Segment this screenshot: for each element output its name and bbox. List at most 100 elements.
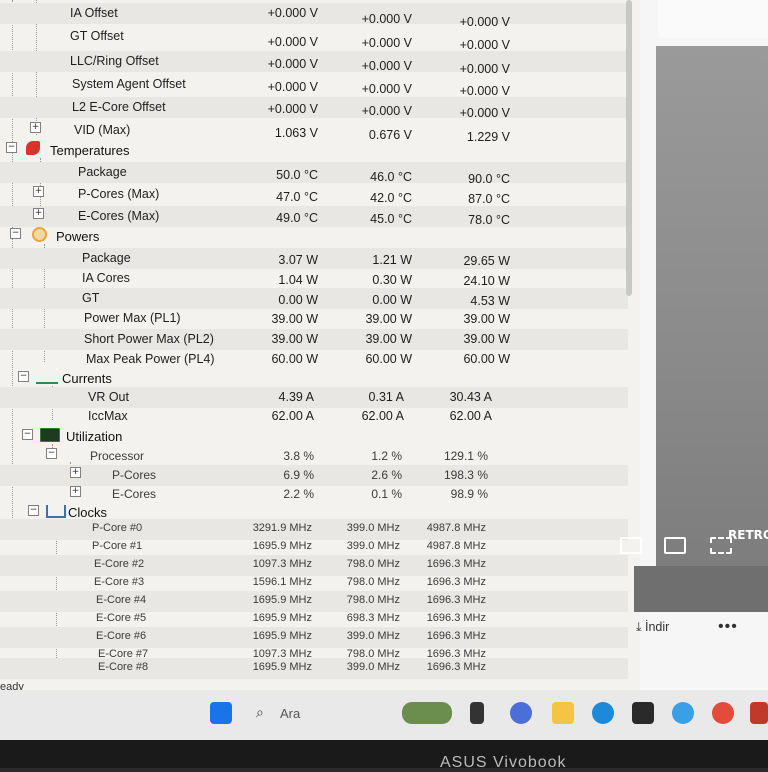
sensor-row-package-power[interactable]: Package 3.07 W 1.21 W 29.65 W bbox=[0, 248, 628, 269]
sensor-current: +0.000 V bbox=[267, 102, 318, 116]
sensor-row-ia-cores-power[interactable]: IA Cores 1.04 W 0.30 W 24.10 W bbox=[0, 268, 628, 289]
sensor-current: 1.04 W bbox=[278, 273, 318, 287]
sensor-row-vr-out[interactable]: VR Out 4.39 A 0.31 A 30.43 A bbox=[0, 387, 628, 408]
download-label: İndir bbox=[645, 620, 670, 634]
sensor-row-llc-ring-offset[interactable]: LLC/Ring Offset +0.000 V +0.000 V +0.000… bbox=[0, 51, 628, 76]
more-options-button[interactable]: ••• bbox=[718, 618, 738, 636]
theater-mode-icon[interactable] bbox=[664, 537, 686, 554]
download-icon: ⤓ bbox=[636, 620, 645, 634]
sensor-current: 39.00 W bbox=[271, 332, 318, 346]
store-icon[interactable] bbox=[632, 702, 654, 724]
sensor-min: +0.000 V bbox=[361, 12, 412, 26]
sensor-label: P-Core #1 bbox=[92, 540, 143, 552]
sensor-min: 45.0 °C bbox=[370, 212, 412, 226]
chrome-browser-icon[interactable] bbox=[712, 702, 734, 724]
sensor-row-ecores-max-temp[interactable]: + E-Cores (Max) 49.0 °C 45.0 °C 78.0 °C bbox=[0, 206, 628, 227]
sensor-label: Package bbox=[82, 251, 131, 265]
expand-icon[interactable]: + bbox=[70, 467, 81, 478]
search-icon[interactable]: ⌕ bbox=[256, 704, 264, 721]
copilot-icon[interactable] bbox=[510, 702, 532, 724]
task-view-icon[interactable] bbox=[470, 702, 484, 724]
sensor-label: E-Core #3 bbox=[94, 576, 145, 588]
sensor-row-processor[interactable]: − Processor 3.8 % 1.2 % 129.1 % bbox=[0, 446, 628, 467]
sensor-min: 62.00 A bbox=[361, 409, 404, 423]
sensor-current: 0.00 W bbox=[278, 293, 318, 307]
windows-start-icon[interactable] bbox=[210, 702, 232, 724]
category-powers[interactable]: − Powers bbox=[0, 226, 628, 247]
collapse-icon[interactable]: − bbox=[46, 448, 57, 459]
fullscreen-icon[interactable] bbox=[710, 537, 732, 554]
sensor-row-iccmax[interactable]: IccMax 62.00 A 62.00 A 62.00 A bbox=[0, 406, 628, 427]
sensor-max: 24.10 W bbox=[463, 274, 510, 288]
collapse-icon[interactable]: − bbox=[10, 228, 21, 239]
sensor-current: +0.000 V bbox=[267, 6, 318, 20]
sensor-row-short-power-max-pl2[interactable]: Short Power Max (PL2) 39.00 W 39.00 W 39… bbox=[0, 329, 628, 350]
collapse-icon[interactable]: − bbox=[28, 505, 39, 516]
sensor-min: 0.30 W bbox=[372, 273, 412, 287]
sensor-label: L2 E-Core Offset bbox=[72, 100, 166, 114]
expand-icon[interactable]: + bbox=[30, 122, 41, 133]
expand-icon[interactable]: + bbox=[70, 486, 81, 497]
sensor-label: IccMax bbox=[88, 409, 128, 423]
category-temperatures[interactable]: − Temperatures bbox=[0, 140, 628, 161]
sensor-label: GT bbox=[82, 291, 100, 305]
app-icon-2[interactable] bbox=[750, 702, 768, 724]
sensor-row-pcores-max-temp[interactable]: + P-Cores (Max) 47.0 °C 42.0 °C 87.0 °C bbox=[0, 184, 628, 206]
sensor-current: 39.00 W bbox=[271, 312, 318, 326]
sensor-min: 60.00 W bbox=[365, 352, 412, 366]
file-explorer-icon[interactable] bbox=[552, 702, 574, 724]
expand-icon[interactable]: + bbox=[33, 208, 44, 219]
category-currents[interactable]: − Currents bbox=[0, 368, 628, 389]
collapse-icon[interactable]: − bbox=[18, 371, 29, 382]
category-label: Utilization bbox=[66, 429, 123, 444]
utilization-chart-icon bbox=[40, 428, 60, 442]
sensor-label: E-Core #5 bbox=[96, 612, 147, 624]
miniplayer-icon[interactable] bbox=[620, 537, 642, 554]
sensor-current: 1695.9 MHz bbox=[252, 594, 312, 606]
expand-icon[interactable]: + bbox=[33, 186, 44, 197]
sensor-label: P-Cores bbox=[112, 468, 157, 482]
sensor-row-max-peak-power-pl4[interactable]: Max Peak Power (PL4) 60.00 W 60.00 W 60.… bbox=[0, 349, 628, 370]
sensor-row-gt-offset[interactable]: GT Offset +0.000 V +0.000 V +0.000 V bbox=[0, 26, 628, 52]
sensor-row-package-temp[interactable]: Package 50.0 °C 46.0 °C 90.0 °C bbox=[0, 162, 628, 186]
sensor-current: 2.2 % bbox=[283, 487, 314, 501]
sensor-max: +0.000 V bbox=[459, 38, 510, 52]
sensor-min: +0.000 V bbox=[361, 59, 412, 73]
collapse-icon[interactable]: − bbox=[22, 429, 33, 440]
sensor-row-ia-offset[interactable]: IA Offset +0.000 V +0.000 V +0.000 V bbox=[0, 3, 628, 29]
sensor-current: 1695.9 MHz bbox=[252, 612, 312, 624]
category-label: Clocks bbox=[68, 505, 108, 520]
sensor-min: +0.000 V bbox=[361, 82, 412, 96]
sensor-max: 4987.8 MHz bbox=[426, 540, 486, 552]
sensor-row-power-max-pl1[interactable]: Power Max (PL1) 39.00 W 39.00 W 39.00 W bbox=[0, 308, 628, 329]
sensor-row-system-agent-offset[interactable]: System Agent Offset +0.000 V +0.000 V +0… bbox=[0, 74, 628, 98]
sensor-row-vid-max[interactable]: + VID (Max) 1.063 V 0.676 V 1.229 V bbox=[0, 120, 628, 144]
taskbar-search-input[interactable]: Ara bbox=[280, 706, 300, 721]
sensor-max: 4.53 W bbox=[470, 294, 510, 308]
download-button[interactable]: ⤓ İndir bbox=[636, 620, 669, 635]
sensor-max: 30.43 A bbox=[449, 390, 492, 404]
sensor-max: 98.9 % bbox=[450, 487, 488, 501]
sensor-min: 2.6 % bbox=[371, 468, 402, 482]
video-player[interactable]: RETRO bbox=[634, 46, 768, 612]
sensor-max: 1696.3 MHz bbox=[426, 594, 486, 606]
sensor-min: 798.0 MHz bbox=[346, 576, 400, 588]
category-utilization[interactable]: − Utilization bbox=[0, 426, 628, 447]
sensor-label: P-Core #0 bbox=[92, 522, 143, 534]
sensor-min: 1.21 W bbox=[372, 253, 412, 267]
sensor-row-pcores-util[interactable]: + P-Cores 6.9 % 2.6 % 198.3 % bbox=[0, 465, 628, 486]
browser-side-panel: RETRO bbox=[634, 0, 768, 690]
sensor-row-l2-ecore-offset[interactable]: L2 E-Core Offset +0.000 V +0.000 V +0.00… bbox=[0, 97, 628, 120]
sensor-label: Power Max (PL1) bbox=[84, 311, 181, 325]
vertical-scrollbar[interactable] bbox=[626, 0, 632, 296]
edge-browser-icon[interactable] bbox=[592, 702, 614, 724]
sensor-row-gt-power[interactable]: GT 0.00 W 0.00 W 4.53 W bbox=[0, 288, 628, 309]
widgets-icon[interactable] bbox=[402, 702, 452, 724]
collapse-icon[interactable]: − bbox=[6, 142, 17, 153]
category-label: Temperatures bbox=[50, 143, 130, 158]
sensor-min: 39.00 W bbox=[365, 312, 412, 326]
app-icon[interactable] bbox=[672, 702, 694, 724]
sensor-row-ecore-8[interactable]: E-Core #8 1695.9 MHz 399.0 MHz 1696.3 MH… bbox=[0, 658, 628, 679]
sensor-min: 0.00 W bbox=[372, 293, 412, 307]
sensor-current: 1596.1 MHz bbox=[252, 576, 312, 588]
